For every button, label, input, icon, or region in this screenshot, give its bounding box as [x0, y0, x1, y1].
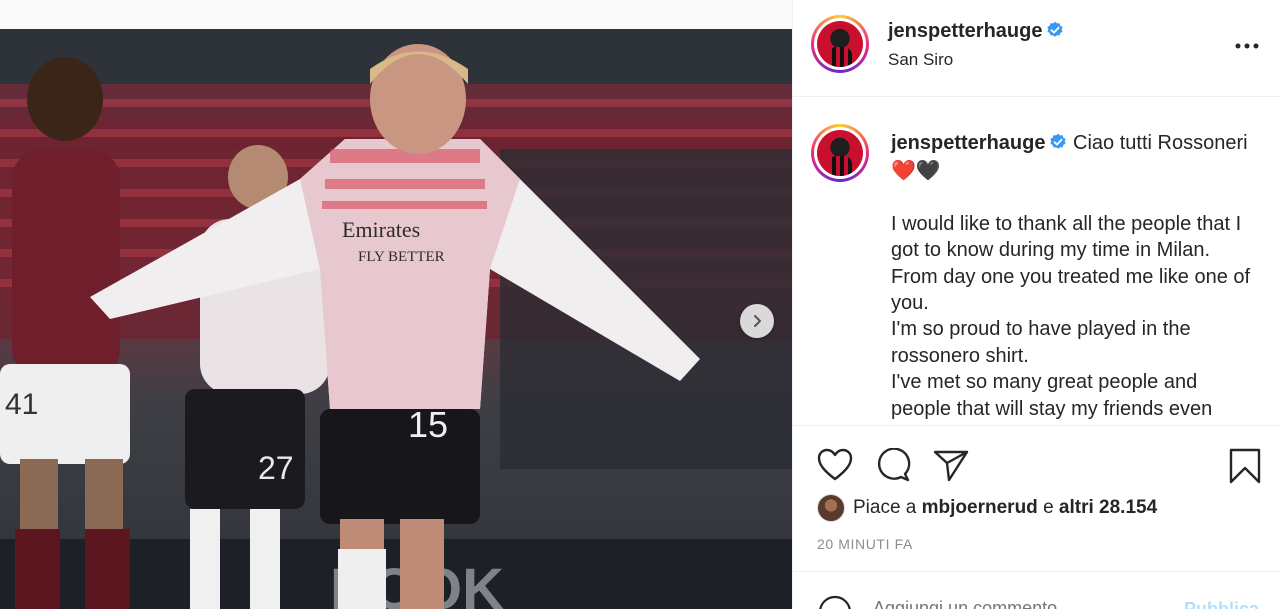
- save-button[interactable]: [1229, 448, 1261, 489]
- post-caption: jenspetterhauge Ciao tutti Rossoneri❤️🖤 …: [891, 130, 1261, 422]
- likes-count[interactable]: altri 28.154: [1059, 497, 1157, 519]
- comment-input[interactable]: [873, 596, 1153, 609]
- post-actions: [793, 440, 1280, 488]
- verified-badge-icon: [1046, 21, 1064, 44]
- author-avatar[interactable]: [811, 15, 869, 73]
- svg-text:Emirates: Emirates: [342, 217, 420, 242]
- svg-text:41: 41: [5, 388, 38, 421]
- svg-text:FLY BETTER: FLY BETTER: [358, 249, 445, 265]
- caption-author-avatar[interactable]: [811, 124, 869, 182]
- comment-bubble-icon: [877, 447, 911, 482]
- svg-text:27: 27: [258, 450, 294, 486]
- caption-body: I would like to thank all the people tha…: [891, 212, 1251, 420]
- post-timestamp[interactable]: 20 MINUTI FA: [817, 536, 913, 552]
- share-button[interactable]: [933, 448, 969, 487]
- carousel-next-button[interactable]: [740, 304, 774, 338]
- author-username[interactable]: jenspetterhauge: [888, 20, 1042, 42]
- like-button[interactable]: [817, 448, 853, 487]
- paper-plane-icon: [933, 450, 969, 482]
- post-media: BOOK 41 27 Emirates: [0, 0, 792, 609]
- emoji-smiley-icon: [819, 595, 851, 609]
- post-sidebar: jenspetterhauge San Siro jenspetterhauge…: [792, 0, 1280, 609]
- liker-avatar[interactable]: [817, 494, 845, 522]
- add-comment-bar: Pubblica: [793, 571, 1280, 609]
- avatar-image: [817, 21, 863, 67]
- chevron-right-icon: [754, 315, 761, 327]
- media-top-band: [0, 0, 792, 29]
- photo-illustration: BOOK 41 27 Emirates: [0, 29, 792, 609]
- post-location[interactable]: San Siro: [888, 50, 1064, 70]
- caption-username[interactable]: jenspetterhauge: [891, 132, 1045, 154]
- liker-username[interactable]: mbjoernerud: [922, 497, 1038, 519]
- likes-summary: Piace a mbjoernerud e altri 28.154: [817, 494, 1157, 522]
- more-options-icon: [1235, 43, 1259, 49]
- avatar-image: [817, 130, 863, 176]
- svg-text:15: 15: [408, 404, 448, 445]
- author-info: jenspetterhauge San Siro: [888, 20, 1064, 70]
- publish-button[interactable]: Pubblica: [1184, 599, 1259, 609]
- verified-badge-icon: [1049, 132, 1067, 158]
- bookmark-icon: [1229, 448, 1261, 484]
- comment-button[interactable]: [875, 447, 911, 487]
- heart-icon: [817, 448, 853, 481]
- emoji-button[interactable]: [817, 594, 853, 609]
- more-options-button[interactable]: [1235, 36, 1259, 54]
- post-header: jenspetterhauge San Siro: [793, 0, 1280, 97]
- post-photo[interactable]: BOOK 41 27 Emirates: [0, 29, 792, 609]
- comments-section[interactable]: jenspetterhauge Ciao tutti Rossoneri❤️🖤 …: [793, 98, 1280, 426]
